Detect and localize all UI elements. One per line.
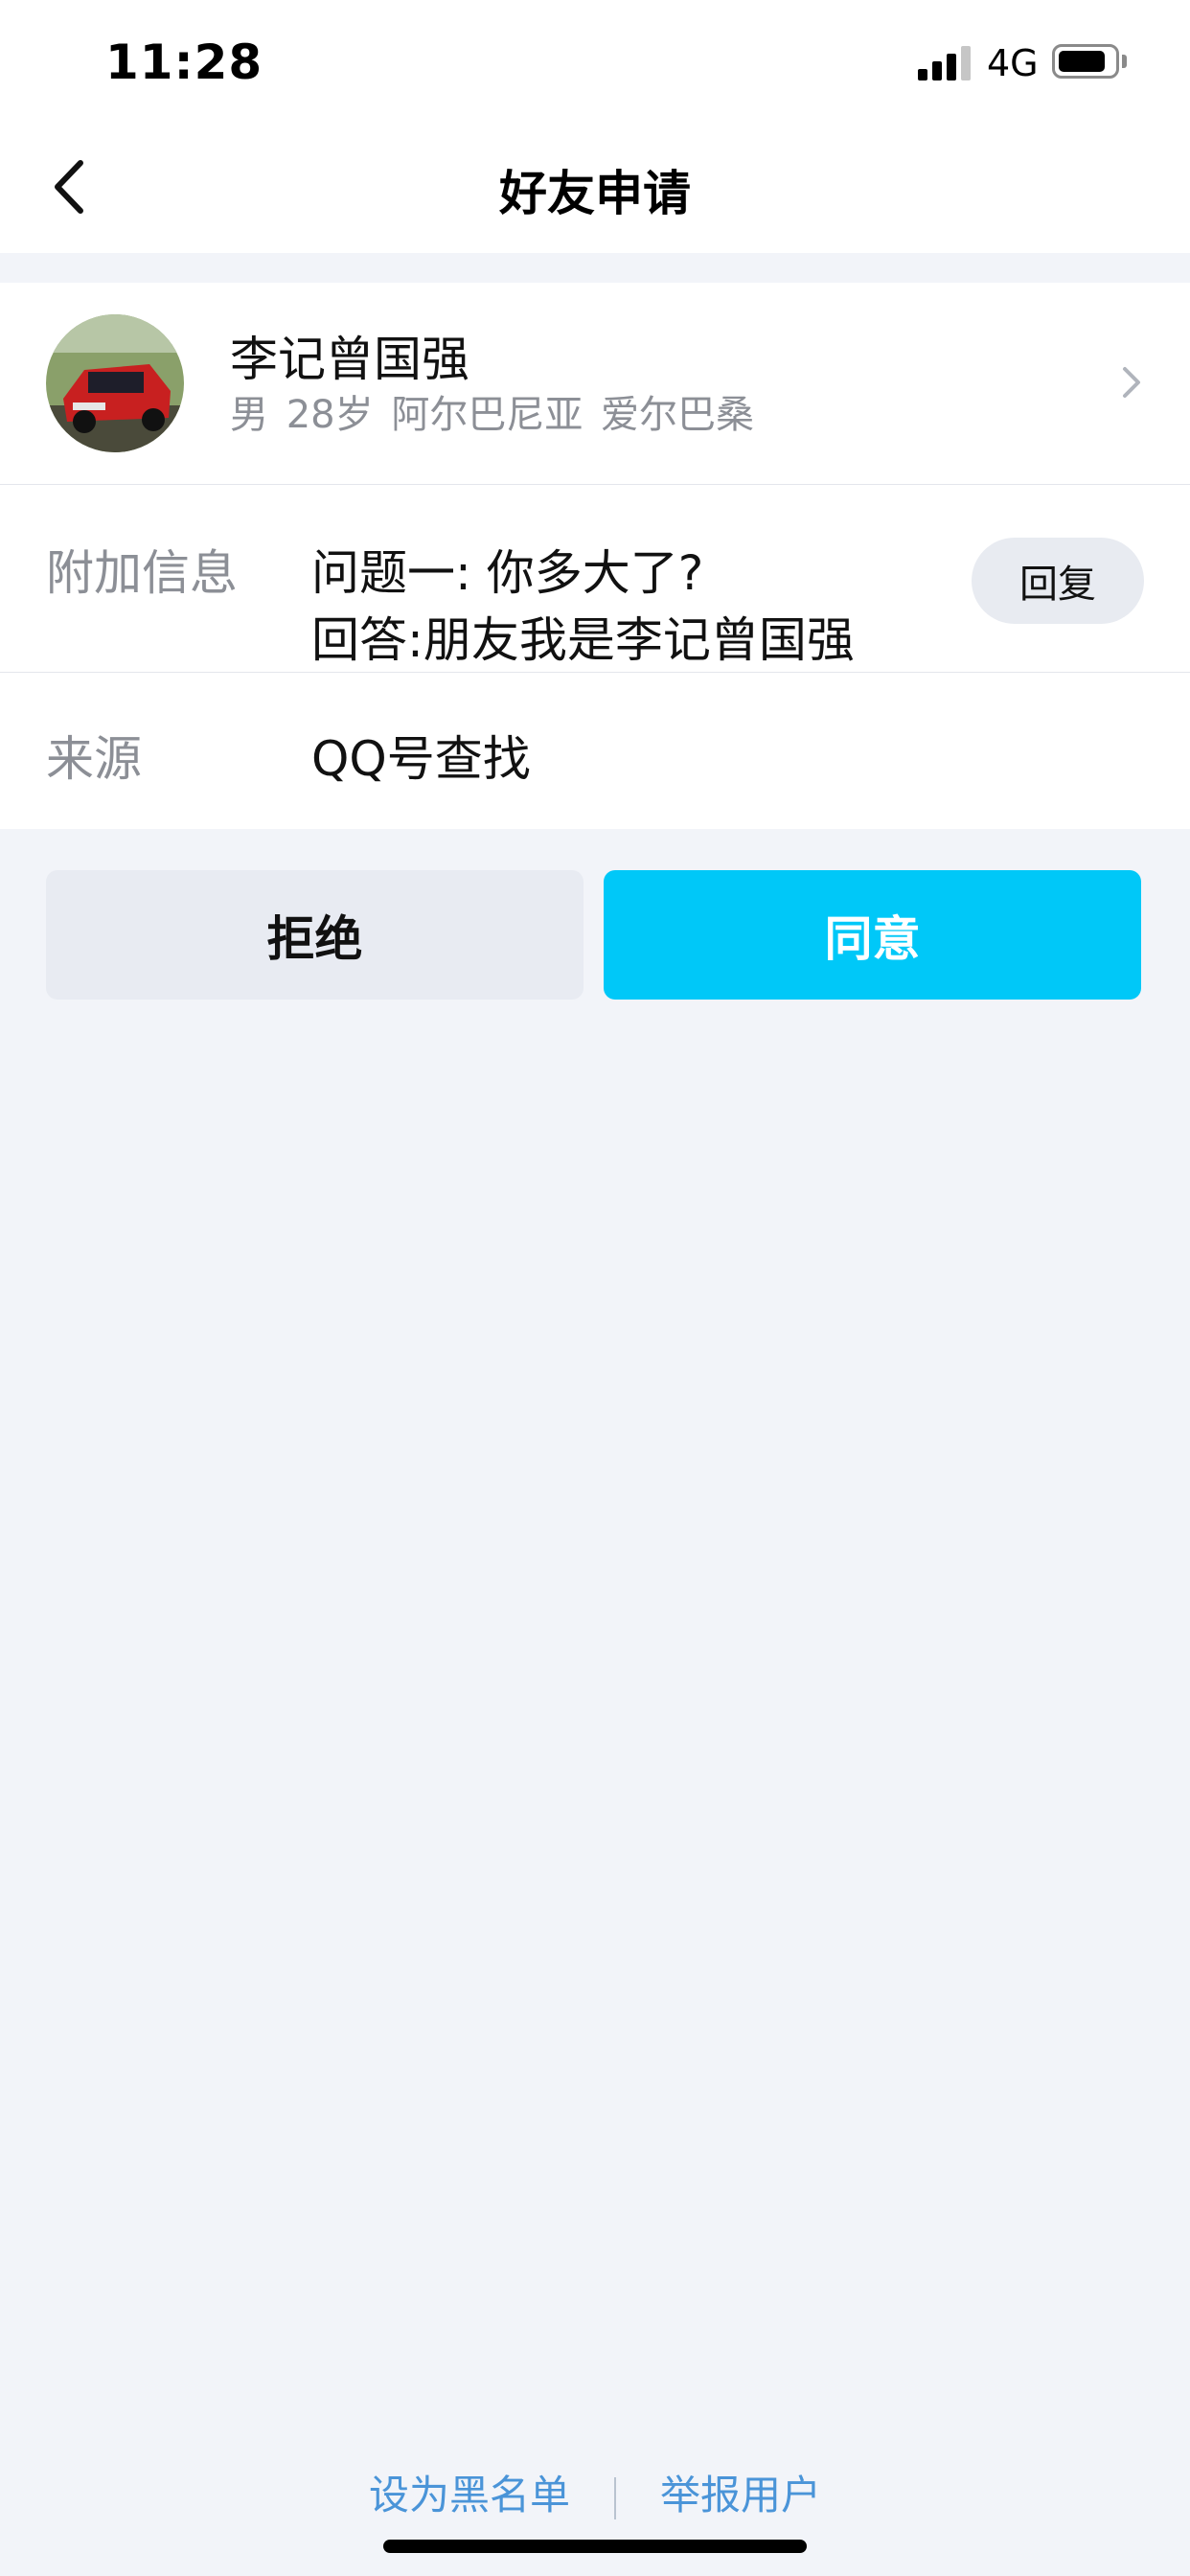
extra-info-label: 附加信息 [46, 545, 238, 601]
avatar[interactable] [46, 314, 184, 452]
accept-button[interactable]: 同意 [604, 870, 1141, 1000]
profile-name: 李记曾国强 [230, 332, 469, 387]
chevron-right-icon [1123, 367, 1140, 398]
answer-text: 回答:朋友我是李记曾国强 [311, 612, 855, 668]
page-title: 好友申请 [499, 166, 691, 221]
footer-links: 设为黑名单 举报用户 [0, 2463, 1190, 2520]
blacklist-link[interactable]: 设为黑名单 [369, 2472, 570, 2518]
profile-meta: 男 28岁 阿尔巴尼亚 爱尔巴桑 [230, 393, 755, 437]
battery-icon [1052, 44, 1119, 79]
home-indicator [383, 2540, 807, 2553]
nav-bar: 好友申请 [0, 125, 1190, 253]
signal-icon [918, 46, 972, 80]
status-time: 11:28 [105, 34, 263, 90]
source-value: QQ号查找 [311, 731, 531, 787]
extra-info-row: 附加信息 问题一: 你多大了? 回答:朋友我是李记曾国强 回复 [0, 485, 1190, 673]
battery-tip [1122, 55, 1127, 68]
report-link[interactable]: 举报用户 [660, 2472, 821, 2518]
source-row: 来源 QQ号查找 [0, 673, 1190, 829]
question-text: 问题一: 你多大了? [311, 545, 704, 601]
reject-button[interactable]: 拒绝 [46, 870, 584, 1000]
source-label: 来源 [46, 731, 142, 787]
reply-button[interactable]: 回复 [972, 538, 1144, 624]
status-bar: 11:28 4G [0, 0, 1190, 125]
footer-divider [614, 2476, 616, 2519]
network-type: 4G [987, 42, 1039, 84]
profile-row[interactable]: 李记曾国强 男 28岁 阿尔巴尼亚 爱尔巴桑 [0, 283, 1190, 485]
